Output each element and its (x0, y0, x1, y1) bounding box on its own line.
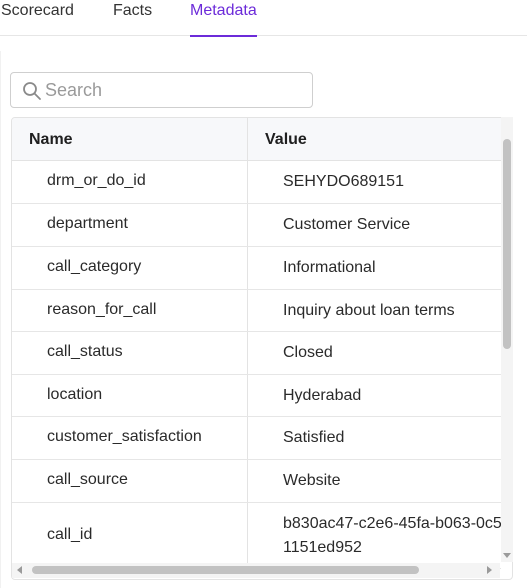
search-icon (22, 81, 42, 101)
row-name-cell: call_category (47, 258, 142, 275)
tab-metadata[interactable]: Metadata (190, 0, 257, 37)
search-box[interactable] (10, 72, 313, 108)
scroll-right-arrow-icon[interactable] (487, 566, 492, 574)
metadata-table: Name Value drm_or_do_id SEHYDO689151 dep… (11, 117, 513, 580)
table-row: call_source Website (12, 460, 501, 503)
table-row: call_status Closed (12, 332, 501, 375)
row-name-cell: call_id (47, 526, 93, 543)
row-value-cell: Inquiry about loan terms (283, 302, 455, 319)
table-row: reason_for_call Inquiry about loan terms (12, 290, 501, 332)
row-name-cell: call_source (47, 471, 128, 488)
table-row: department Customer Service (12, 204, 501, 247)
row-value-cell: Informational (283, 259, 376, 276)
row-name-cell: location (47, 386, 103, 403)
scroll-down-arrow-icon[interactable] (503, 553, 511, 558)
table-row: drm_or_do_id SEHYDO689151 (12, 161, 501, 204)
vertical-scroll-thumb[interactable] (503, 139, 511, 349)
table-header: Name Value (12, 118, 501, 161)
row-value-cell: SEHYDO689151 (283, 173, 404, 190)
table-body: drm_or_do_id SEHYDO689151 department Cus… (12, 161, 502, 569)
column-header-name[interactable]: Name (29, 118, 73, 161)
row-value-cell: Satisfied (283, 429, 345, 446)
row-value-cell: b830ac47-c2e6-45fa-b063-0c51151ed952 (283, 515, 502, 556)
row-name-cell: drm_or_do_id (47, 172, 146, 189)
row-value-cell: Customer Service (283, 216, 411, 233)
tab-bar: Scorecard Facts Metadata (0, 0, 527, 37)
table-row: call_category Informational (12, 247, 501, 290)
row-value-cell: Website (283, 472, 341, 489)
row-name-cell: reason_for_call (47, 301, 157, 318)
table-row: location Hyderabad (12, 375, 501, 417)
row-name-cell: call_status (47, 343, 123, 360)
horizontal-scrollbar[interactable] (12, 563, 500, 578)
vertical-scrollbar[interactable] (501, 117, 513, 562)
table-row: customer_satisfaction Satisfied (12, 417, 501, 460)
row-name-cell: department (47, 215, 128, 232)
column-header-value[interactable]: Value (265, 118, 307, 161)
row-value-cell: Hyderabad (283, 387, 362, 404)
search-input[interactable] (45, 74, 305, 106)
scroll-left-arrow-icon[interactable] (17, 566, 22, 574)
horizontal-scroll-thumb[interactable] (32, 566, 419, 574)
table-row: call_id b830ac47-c2e6-45fa-b063-0c51151e… (12, 503, 502, 569)
tab-facts[interactable]: Facts (113, 0, 152, 36)
tab-scorecard[interactable]: Scorecard (1, 0, 74, 36)
row-value-cell: Closed (283, 344, 333, 361)
row-name-cell: customer_satisfaction (47, 428, 202, 445)
